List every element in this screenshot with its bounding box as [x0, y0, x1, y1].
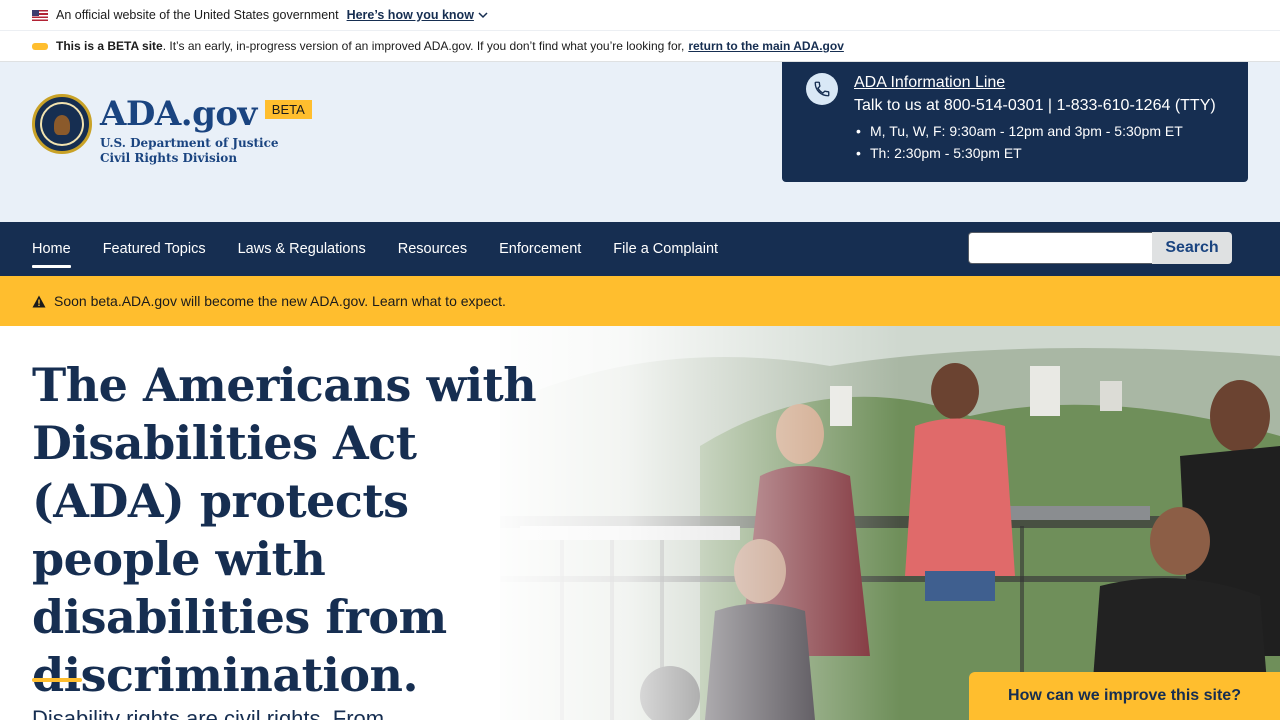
nav-item-featured-topics[interactable]: Featured Topics	[103, 222, 206, 276]
beta-notice-bar: This is a BETA site . It’s an early, in-…	[0, 31, 1280, 62]
nav-item-resources[interactable]: Resources	[398, 222, 467, 276]
beta-notice-bold: This is a BETA site	[56, 39, 163, 53]
hero-title: The Americans with Disabilities Act (ADA…	[32, 358, 537, 702]
site-logo-link[interactable]: ADA.gov BETA U.S. Department of Justice …	[32, 94, 312, 166]
site-alert: Soon beta.ADA.gov will become the new AD…	[0, 276, 1280, 326]
beta-pill-icon	[32, 42, 48, 50]
nav-item-file-complaint[interactable]: File a Complaint	[613, 222, 718, 276]
hero-section: The Americans with Disabilities Act (ADA…	[0, 326, 1280, 720]
info-line-phones: Talk to us at 800-514-0301 | 1-833-610-1…	[854, 97, 1216, 114]
chevron-down-icon	[478, 11, 488, 18]
search-button[interactable]: Search	[1152, 232, 1232, 264]
warning-icon	[32, 295, 46, 307]
department-name: U.S. Department of Justice Civil Rights …	[100, 136, 312, 166]
ada-info-line-link[interactable]: ADA Information Line	[854, 74, 1216, 92]
heres-how-you-know-link[interactable]: Here’s how you know	[347, 8, 488, 22]
return-to-main-link[interactable]: return to the main ADA.gov	[688, 39, 844, 53]
official-gov-banner: An official website of the United States…	[0, 0, 1280, 31]
primary-nav: Home Featured Topics Laws & Regulations …	[0, 222, 1280, 276]
gov-banner-text: An official website of the United States…	[56, 8, 339, 22]
doj-seal-icon	[32, 94, 92, 154]
nav-item-laws-regulations[interactable]: Laws & Regulations	[238, 222, 366, 276]
site-search: Search	[968, 232, 1232, 264]
ada-info-line-box: ADA Information Line Talk to us at 800-5…	[782, 62, 1248, 182]
hours-item: M, Tu, W, F: 9:30am - 12pm and 3pm - 5:3…	[854, 120, 1216, 142]
search-input[interactable]	[968, 232, 1152, 264]
alert-text[interactable]: Soon beta.ADA.gov will become the new AD…	[54, 293, 506, 309]
nav-item-home[interactable]: Home	[32, 222, 71, 276]
feedback-button[interactable]: How can we improve this site?	[969, 672, 1280, 720]
department-line-2: Civil Rights Division	[100, 151, 238, 165]
department-line-1: U.S. Department of Justice	[100, 136, 279, 150]
hero-subtitle: Disability rights are civil rights. From	[32, 706, 385, 720]
beta-notice-text: . It’s an early, in-progress version of …	[162, 39, 685, 53]
hours-item: Th: 2:30pm - 5:30pm ET	[854, 142, 1216, 164]
nav-item-enforcement[interactable]: Enforcement	[499, 222, 581, 276]
site-name: ADA.gov	[100, 94, 257, 134]
beta-tag: BETA	[264, 99, 312, 119]
info-line-hours: M, Tu, W, F: 9:30am - 12pm and 3pm - 5:3…	[854, 120, 1216, 164]
site-header: ADA.gov BETA U.S. Department of Justice …	[0, 62, 1280, 222]
us-flag-icon	[32, 9, 48, 21]
hero-divider	[32, 678, 82, 682]
heres-how-you-know-label: Here’s how you know	[346, 8, 474, 22]
phone-icon	[806, 73, 838, 105]
